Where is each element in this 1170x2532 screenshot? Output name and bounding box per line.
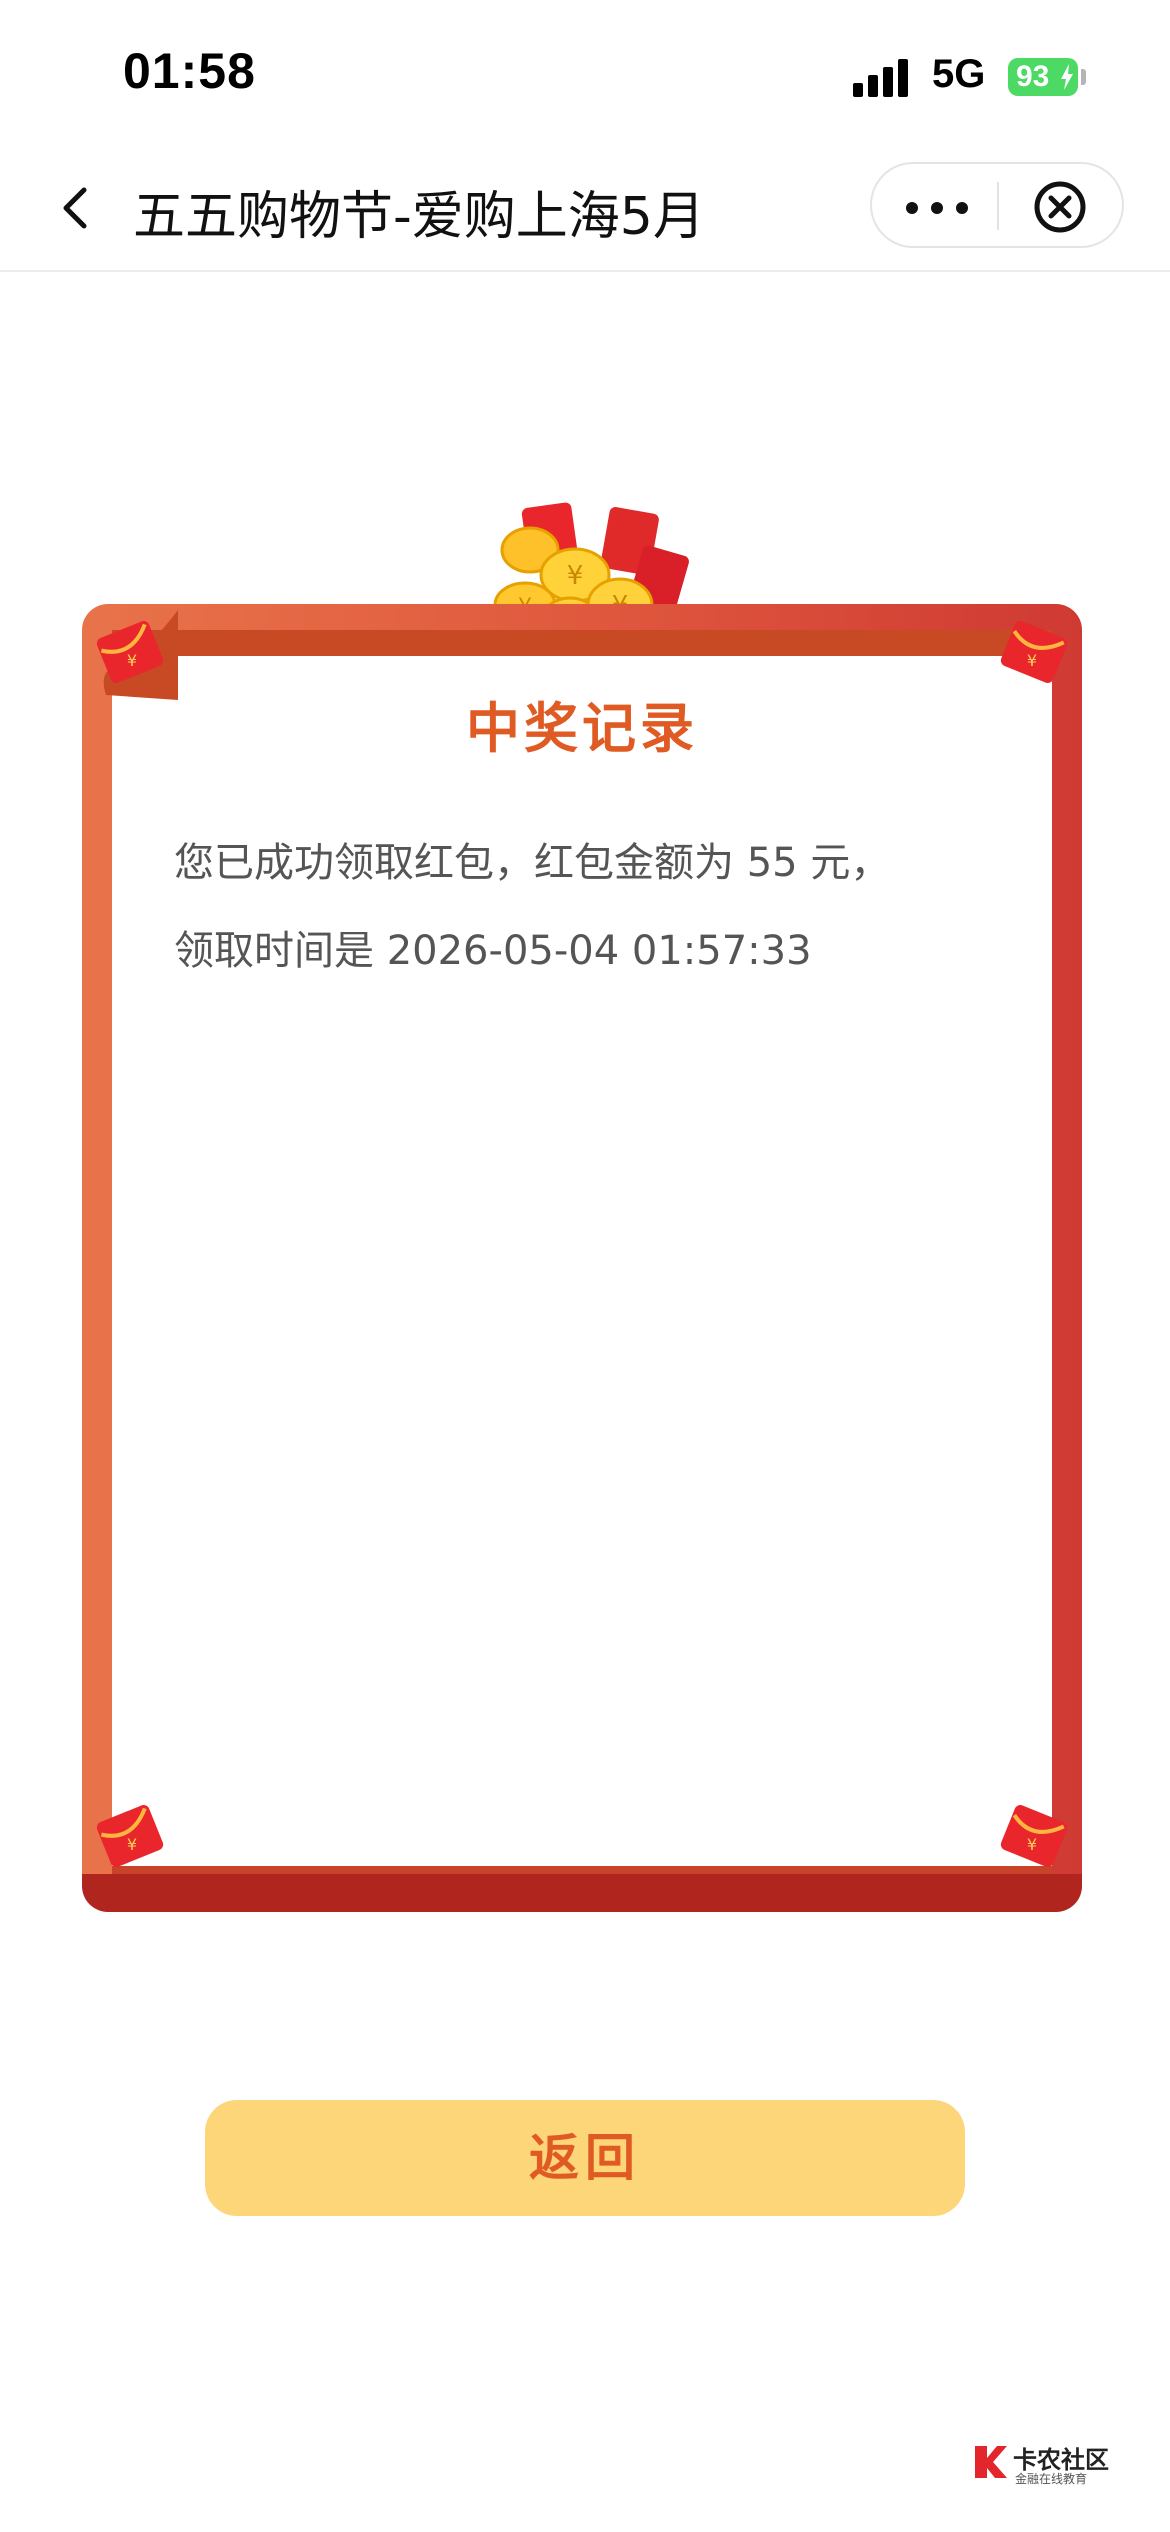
navigation-bar: 五五购物节-爱购上海5月: [0, 150, 1170, 272]
return-button[interactable]: 返回: [205, 2100, 965, 2216]
svg-text:¥: ¥: [1027, 651, 1037, 670]
prize-record-card: ¥ ¥ ¥ ¥ 中奖记录 您已成功领取红包，红包金额为 55 元， 领取时间是 …: [82, 604, 1082, 1912]
svg-text:¥: ¥: [567, 561, 584, 591]
signal-icon: [853, 57, 913, 97]
watermark-subtitle: 金融在线教育: [1015, 2472, 1088, 2486]
back-arrow-icon[interactable]: [50, 178, 100, 238]
status-bar: 01:58 5G 93: [0, 0, 1170, 150]
svg-text:¥: ¥: [127, 1835, 137, 1854]
red-envelope-icon: ¥: [96, 1805, 164, 1867]
card-frame-shadow: [82, 1874, 1082, 1912]
card-inner-bottom: [112, 1866, 1052, 1874]
prize-message: 您已成功领取红包，红包金额为 55 元， 领取时间是 2026-05-04 01…: [174, 819, 994, 995]
more-button[interactable]: [902, 186, 972, 226]
charging-bolt-icon: [1061, 64, 1073, 90]
svg-text:¥: ¥: [1027, 1835, 1037, 1854]
watermark: 卡农社区 金融在线教育: [973, 2440, 1113, 2490]
kanong-logo-icon: [975, 2446, 1007, 2478]
battery-cap: [1081, 69, 1086, 85]
capsule-divider: [997, 182, 999, 230]
red-envelope-icon: ¥: [1000, 1805, 1068, 1867]
battery-level: 93: [1016, 60, 1050, 93]
network-type: 5G: [932, 52, 986, 96]
status-time: 01:58: [123, 43, 256, 99]
battery-icon: 93: [1008, 58, 1078, 96]
prize-message-line-1: 您已成功领取红包，红包金额为 55 元，: [174, 840, 891, 886]
svg-text:¥: ¥: [127, 651, 137, 670]
prize-message-line-2: 领取时间是 2026-05-04 01:57:33: [174, 928, 812, 974]
card-title: 中奖记录: [466, 697, 698, 760]
page-title: 五五购物节-爱购上海5月: [133, 187, 705, 247]
close-icon[interactable]: [1032, 179, 1088, 235]
mini-program-capsule: [870, 162, 1124, 248]
